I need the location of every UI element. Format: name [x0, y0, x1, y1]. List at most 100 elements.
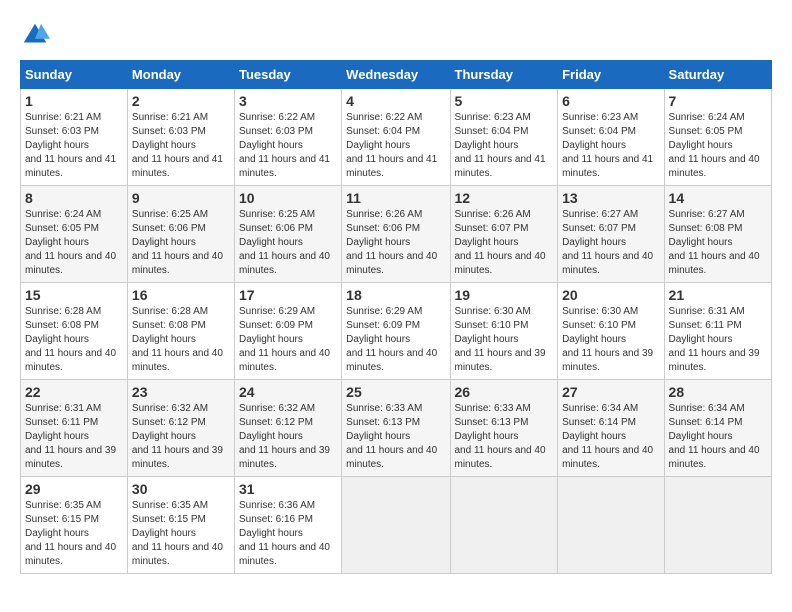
- day-of-week-header: Sunday: [21, 61, 128, 89]
- day-number: 19: [455, 287, 554, 303]
- day-number: 20: [562, 287, 659, 303]
- day-of-week-header: Saturday: [664, 61, 771, 89]
- calendar-cell: 9 Sunrise: 6:25 AMSunset: 6:06 PMDaylight…: [127, 186, 234, 283]
- day-number: 23: [132, 384, 230, 400]
- calendar-cell: 21 Sunrise: 6:31 AMSunset: 6:11 PMDayligh…: [664, 283, 771, 380]
- day-info: Sunrise: 6:29 AMSunset: 6:09 PMDaylight …: [239, 305, 337, 375]
- day-number: 24: [239, 384, 337, 400]
- day-info: Sunrise: 6:26 AMSunset: 6:06 PMDaylight …: [346, 208, 445, 278]
- calendar-cell: 31 Sunrise: 6:36 AMSunset: 6:16 PMDayligh…: [234, 477, 341, 574]
- page-header: [20, 20, 772, 50]
- day-number: 11: [346, 190, 445, 206]
- calendar-cell: 18 Sunrise: 6:29 AMSunset: 6:09 PMDayligh…: [342, 283, 450, 380]
- calendar-cell: 22Sunrise: 6:31 AMSunset: 6:11 PMDayligh…: [21, 380, 128, 477]
- day-number: 30: [132, 481, 230, 497]
- day-number: 28: [669, 384, 767, 400]
- calendar-cell: 5 Sunrise: 6:23 AMSunset: 6:04 PMDaylight…: [450, 89, 558, 186]
- calendar-cell: [664, 477, 771, 574]
- day-number: 8: [25, 190, 123, 206]
- day-number: 3: [239, 93, 337, 109]
- calendar-cell: 2 Sunrise: 6:21 AMSunset: 6:03 PMDaylight…: [127, 89, 234, 186]
- day-number: 14: [669, 190, 767, 206]
- day-info: Sunrise: 6:21 AMSunset: 6:03 PMDaylight …: [25, 111, 123, 181]
- day-number: 15: [25, 287, 123, 303]
- day-info: Sunrise: 6:34 AMSunset: 6:14 PMDaylight …: [669, 402, 767, 472]
- day-info: Sunrise: 6:25 AMSunset: 6:06 PMDaylight …: [132, 208, 230, 278]
- day-number: 2: [132, 93, 230, 109]
- day-info: Sunrise: 6:36 AMSunset: 6:16 PMDaylight …: [239, 499, 337, 569]
- calendar-table: SundayMondayTuesdayWednesdayThursdayFrid…: [20, 60, 772, 574]
- day-info: Sunrise: 6:21 AMSunset: 6:03 PMDaylight …: [132, 111, 230, 181]
- calendar-week-row: 1 Sunrise: 6:21 AMSunset: 6:03 PMDaylight…: [21, 89, 772, 186]
- day-info: Sunrise: 6:23 AMSunset: 6:04 PMDaylight …: [455, 111, 554, 181]
- day-number: 29: [25, 481, 123, 497]
- calendar-cell: 14 Sunrise: 6:27 AMSunset: 6:08 PMDayligh…: [664, 186, 771, 283]
- day-number: 4: [346, 93, 445, 109]
- day-number: 21: [669, 287, 767, 303]
- calendar-cell: 10Sunrise: 6:25 AMSunset: 6:06 PMDayligh…: [234, 186, 341, 283]
- calendar-cell: 8 Sunrise: 6:24 AMSunset: 6:05 PMDaylight…: [21, 186, 128, 283]
- day-info: Sunrise: 6:31 AMSunset: 6:11 PMDaylight …: [669, 305, 767, 375]
- day-info: Sunrise: 6:22 AMSunset: 6:03 PMDaylight …: [239, 111, 337, 181]
- day-number: 25: [346, 384, 445, 400]
- day-info: Sunrise: 6:34 AMSunset: 6:14 PMDaylight …: [562, 402, 659, 472]
- day-info: Sunrise: 6:30 AMSunset: 6:10 PMDaylight …: [562, 305, 659, 375]
- calendar-cell: 7 Sunrise: 6:24 AMSunset: 6:05 PMDaylight…: [664, 89, 771, 186]
- day-info: Sunrise: 6:22 AMSunset: 6:04 PMDaylight …: [346, 111, 445, 181]
- calendar-cell: 12Sunrise: 6:26 AMSunset: 6:07 PMDayligh…: [450, 186, 558, 283]
- calendar-cell: 4 Sunrise: 6:22 AMSunset: 6:04 PMDaylight…: [342, 89, 450, 186]
- calendar-cell: 29 Sunrise: 6:35 AMSunset: 6:15 PMDayligh…: [21, 477, 128, 574]
- day-info: Sunrise: 6:35 AMSunset: 6:15 PMDaylight …: [25, 499, 123, 569]
- day-number: 27: [562, 384, 659, 400]
- day-info: Sunrise: 6:28 AMSunset: 6:08 PMDaylight …: [132, 305, 230, 375]
- calendar-cell: 27 Sunrise: 6:34 AMSunset: 6:14 PMDayligh…: [558, 380, 664, 477]
- day-info: Sunrise: 6:29 AMSunset: 6:09 PMDaylight …: [346, 305, 445, 375]
- day-number: 31: [239, 481, 337, 497]
- day-of-week-header: Friday: [558, 61, 664, 89]
- day-number: 6: [562, 93, 659, 109]
- calendar-cell: 20 Sunrise: 6:30 AMSunset: 6:10 PMDayligh…: [558, 283, 664, 380]
- calendar-cell: 17 Sunrise: 6:29 AMSunset: 6:09 PMDayligh…: [234, 283, 341, 380]
- calendar-cell: 11 Sunrise: 6:26 AMSunset: 6:06 PMDayligh…: [342, 186, 450, 283]
- day-info: Sunrise: 6:25 AMSunset: 6:06 PMDaylight …: [239, 208, 337, 278]
- calendar-cell: 24 Sunrise: 6:32 AMSunset: 6:12 PMDayligh…: [234, 380, 341, 477]
- day-info: Sunrise: 6:27 AMSunset: 6:07 PMDaylight …: [562, 208, 659, 278]
- day-number: 26: [455, 384, 554, 400]
- logo: [20, 20, 54, 50]
- day-info: Sunrise: 6:35 AMSunset: 6:15 PMDaylight …: [132, 499, 230, 569]
- calendar-cell: 1 Sunrise: 6:21 AMSunset: 6:03 PMDaylight…: [21, 89, 128, 186]
- day-info: Sunrise: 6:33 AMSunset: 6:13 PMDaylight …: [346, 402, 445, 472]
- day-number: 5: [455, 93, 554, 109]
- day-info: Sunrise: 6:24 AMSunset: 6:05 PMDaylight …: [25, 208, 123, 278]
- day-number: 7: [669, 93, 767, 109]
- calendar-cell: 6 Sunrise: 6:23 AMSunset: 6:04 PMDaylight…: [558, 89, 664, 186]
- calendar-cell: 19 Sunrise: 6:30 AMSunset: 6:10 PMDayligh…: [450, 283, 558, 380]
- calendar-cell: 16Sunrise: 6:28 AMSunset: 6:08 PMDayligh…: [127, 283, 234, 380]
- day-number: 12: [455, 190, 554, 206]
- calendar-week-row: 29 Sunrise: 6:35 AMSunset: 6:15 PMDayligh…: [21, 477, 772, 574]
- calendar-cell: 13Sunrise: 6:27 AMSunset: 6:07 PMDayligh…: [558, 186, 664, 283]
- day-of-week-header: Tuesday: [234, 61, 341, 89]
- calendar-cell: 28 Sunrise: 6:34 AMSunset: 6:14 PMDayligh…: [664, 380, 771, 477]
- day-info: Sunrise: 6:24 AMSunset: 6:05 PMDaylight …: [669, 111, 767, 181]
- day-info: Sunrise: 6:33 AMSunset: 6:13 PMDaylight …: [455, 402, 554, 472]
- calendar-cell: 23 Sunrise: 6:32 AMSunset: 6:12 PMDayligh…: [127, 380, 234, 477]
- day-info: Sunrise: 6:32 AMSunset: 6:12 PMDaylight …: [132, 402, 230, 472]
- calendar-cell: [558, 477, 664, 574]
- day-number: 1: [25, 93, 123, 109]
- day-of-week-header: Wednesday: [342, 61, 450, 89]
- calendar-cell: 3 Sunrise: 6:22 AMSunset: 6:03 PMDaylight…: [234, 89, 341, 186]
- day-info: Sunrise: 6:27 AMSunset: 6:08 PMDaylight …: [669, 208, 767, 278]
- calendar-cell: 15 Sunrise: 6:28 AMSunset: 6:08 PMDayligh…: [21, 283, 128, 380]
- calendar-cell: [342, 477, 450, 574]
- day-info: Sunrise: 6:31 AMSunset: 6:11 PMDaylight …: [25, 402, 123, 472]
- calendar-week-row: 22Sunrise: 6:31 AMSunset: 6:11 PMDayligh…: [21, 380, 772, 477]
- day-info: Sunrise: 6:23 AMSunset: 6:04 PMDaylight …: [562, 111, 659, 181]
- day-number: 17: [239, 287, 337, 303]
- day-number: 18: [346, 287, 445, 303]
- day-number: 9: [132, 190, 230, 206]
- day-info: Sunrise: 6:32 AMSunset: 6:12 PMDaylight …: [239, 402, 337, 472]
- day-info: Sunrise: 6:28 AMSunset: 6:08 PMDaylight …: [25, 305, 123, 375]
- logo-icon: [20, 20, 50, 50]
- day-info: Sunrise: 6:30 AMSunset: 6:10 PMDaylight …: [455, 305, 554, 375]
